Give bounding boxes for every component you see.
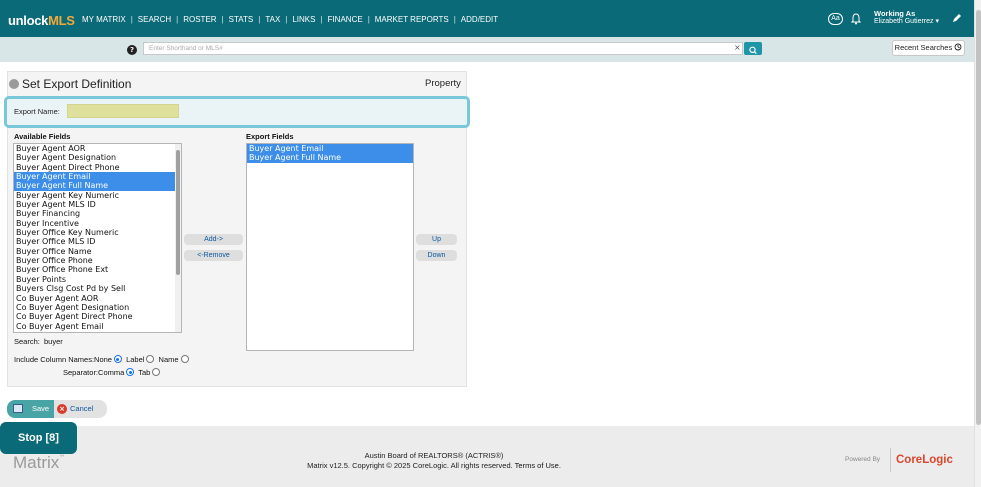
export-field-option[interactable]: Buyer Agent Email (247, 144, 413, 154)
nav-links[interactable]: LINKS (287, 15, 320, 24)
recent-searches-label: Recent Searches (894, 43, 953, 52)
available-field-option[interactable]: Buyer Agent Direct Phone (14, 163, 181, 172)
export-fields-label: Export Fields (246, 132, 294, 141)
nav-market-reports[interactable]: MARKET REPORTS (370, 15, 454, 24)
nav-finance[interactable]: FINANCE (323, 15, 368, 24)
col-name-label: Name (158, 355, 179, 364)
col-none-radio[interactable] (113, 355, 122, 363)
page-scrollbar[interactable] (974, 0, 981, 487)
available-field-option[interactable]: Buyers Clsg Cost Pd by Sell (14, 284, 181, 293)
panel-title-text: Set Export Definition (22, 77, 132, 91)
col-label-radio[interactable] (146, 355, 155, 363)
available-field-option[interactable]: Buyer Agent AOR (14, 144, 181, 153)
include-column-names-row: Include Column Names:None Label Name (14, 355, 191, 364)
available-field-option[interactable]: Co Buyer Agent Designation (14, 303, 181, 312)
bell-icon[interactable] (851, 13, 861, 25)
stop-button[interactable]: Stop [8] (0, 422, 77, 454)
main-nav: MY MATRIX | SEARCH | ROSTER | STATS | TAX | L… (82, 15, 503, 24)
available-field-option[interactable]: Buyer Points (14, 275, 181, 284)
include-column-names-label: Include Column Names: (14, 355, 95, 364)
export-name-input[interactable] (67, 104, 179, 118)
available-field-option[interactable]: Co Buyer Agent Direct Phone (14, 312, 181, 321)
sep-tab-label: Tab (138, 368, 151, 377)
available-field-option[interactable]: Buyer Financing (14, 209, 181, 218)
user-name-dropdown[interactable]: Elizabeth Gutierrez ▾ (874, 18, 939, 26)
available-field-option[interactable]: Buyer Office Phone Ext (14, 265, 181, 274)
terms-of-use-link[interactable]: Terms of Use. (515, 461, 561, 470)
remove-button[interactable]: <-Remove (184, 250, 243, 261)
col-none-label: None (94, 355, 112, 364)
logo-mls-text: MLS (48, 13, 75, 28)
cancel-x-icon: × (57, 404, 67, 414)
field-search-input[interactable]: buyer (44, 337, 63, 346)
nav-my-matrix[interactable]: MY MATRIX (82, 15, 131, 24)
logo-unlock-text: unlock (8, 13, 49, 28)
available-fields-scroll-thumb[interactable] (176, 150, 180, 275)
export-name-label: Export Name: (14, 107, 60, 116)
available-field-option[interactable]: Buyer Office Name (14, 247, 181, 256)
font-size-button[interactable]: Aa (828, 13, 843, 25)
working-as-block[interactable]: Working As Elizabeth Gutierrez ▾ (874, 10, 939, 26)
panel-bullet-icon (9, 79, 19, 89)
available-field-option[interactable]: Buyer Office Phone (14, 256, 181, 265)
clear-search-icon[interactable]: × (734, 43, 741, 52)
move-down-button[interactable]: Down (416, 250, 457, 261)
sep-tab-radio[interactable] (152, 368, 161, 376)
nav-tax[interactable]: TAX (260, 15, 285, 24)
floppy-disk-icon (13, 404, 23, 413)
available-field-option[interactable]: Buyer Agent Full Name (14, 181, 181, 191)
available-field-option[interactable]: Buyer Incentive (14, 219, 181, 228)
recent-searches-button[interactable]: Recent Searches (892, 40, 965, 56)
working-as-label: Working As (874, 9, 916, 18)
available-fields-label: Available Fields (14, 132, 71, 141)
top-nav-bar: unlockMLS MY MATRIX | SEARCH | ROSTER | STA… (0, 0, 981, 37)
panel-title: Set Export Definition (9, 77, 131, 91)
available-field-option[interactable]: Buyer Office MLS ID (14, 237, 181, 246)
page-scrollbar-thumb[interactable] (976, 10, 981, 425)
available-field-option[interactable]: Co Buyer Agent AOR (14, 294, 181, 303)
footer-board-name: Austin Board of REALTORS® (ACTRIS®) (364, 451, 504, 460)
nav-stats[interactable]: STATS (224, 15, 259, 24)
sep-comma-label: Comma (98, 368, 125, 377)
export-fields-list[interactable]: Buyer Agent Email Buyer Agent Full Name (246, 143, 414, 351)
footer-text: Austin Board of REALTORS® (ACTRIS®) Matr… (0, 451, 868, 471)
separator-label: Separator: (63, 368, 99, 377)
col-name-radio[interactable] (180, 355, 189, 363)
nav-add-edit[interactable]: ADD/EDIT (456, 15, 503, 24)
footer-copyright: Matrix v12.5. Copyright © 2025 CoreLogic… (307, 461, 513, 470)
shorthand-search-input[interactable]: Enter Shorthand or MLS# (143, 42, 743, 55)
corelogic-logo[interactable]: CoreLogic (896, 454, 953, 466)
field-search-label: Search: (14, 337, 40, 346)
property-label: Property (425, 78, 461, 89)
search-icon (749, 46, 757, 55)
available-fields-scrollbar[interactable] (175, 144, 181, 332)
pencil-icon[interactable] (952, 13, 962, 23)
search-button[interactable] (744, 42, 762, 55)
available-field-option[interactable]: Buyer Agent Designation (14, 153, 181, 162)
export-field-option[interactable]: Buyer Agent Full Name (247, 153, 413, 163)
available-fields-list[interactable]: Buyer Agent AOR Buyer Agent Designation Bu… (13, 143, 182, 333)
sep-comma-radio[interactable] (126, 368, 135, 376)
unlock-mls-logo[interactable]: unlockMLS (8, 13, 75, 28)
available-field-option[interactable]: Buyer Agent MLS ID (14, 200, 181, 209)
nav-search[interactable]: SEARCH (133, 15, 176, 24)
powered-by-label: Powered By (845, 456, 881, 463)
col-label-label: Label (126, 355, 145, 364)
separator-row: Separator:Comma Tab (63, 368, 162, 377)
add-button[interactable]: Add-> (184, 234, 243, 245)
footer-divider (890, 448, 891, 472)
nav-roster[interactable]: ROSTER (178, 15, 221, 24)
help-icon[interactable]: ? (127, 45, 137, 55)
available-field-option[interactable]: Buyer Agent Key Numeric (14, 191, 181, 200)
move-up-button[interactable]: Up (416, 234, 457, 245)
available-field-option[interactable]: Buyer Agent Email (14, 172, 181, 182)
available-field-option[interactable]: Co Buyer Agent Email (14, 322, 181, 331)
history-icon (954, 43, 962, 51)
available-field-option[interactable]: Buyer Office Key Numeric (14, 228, 181, 237)
